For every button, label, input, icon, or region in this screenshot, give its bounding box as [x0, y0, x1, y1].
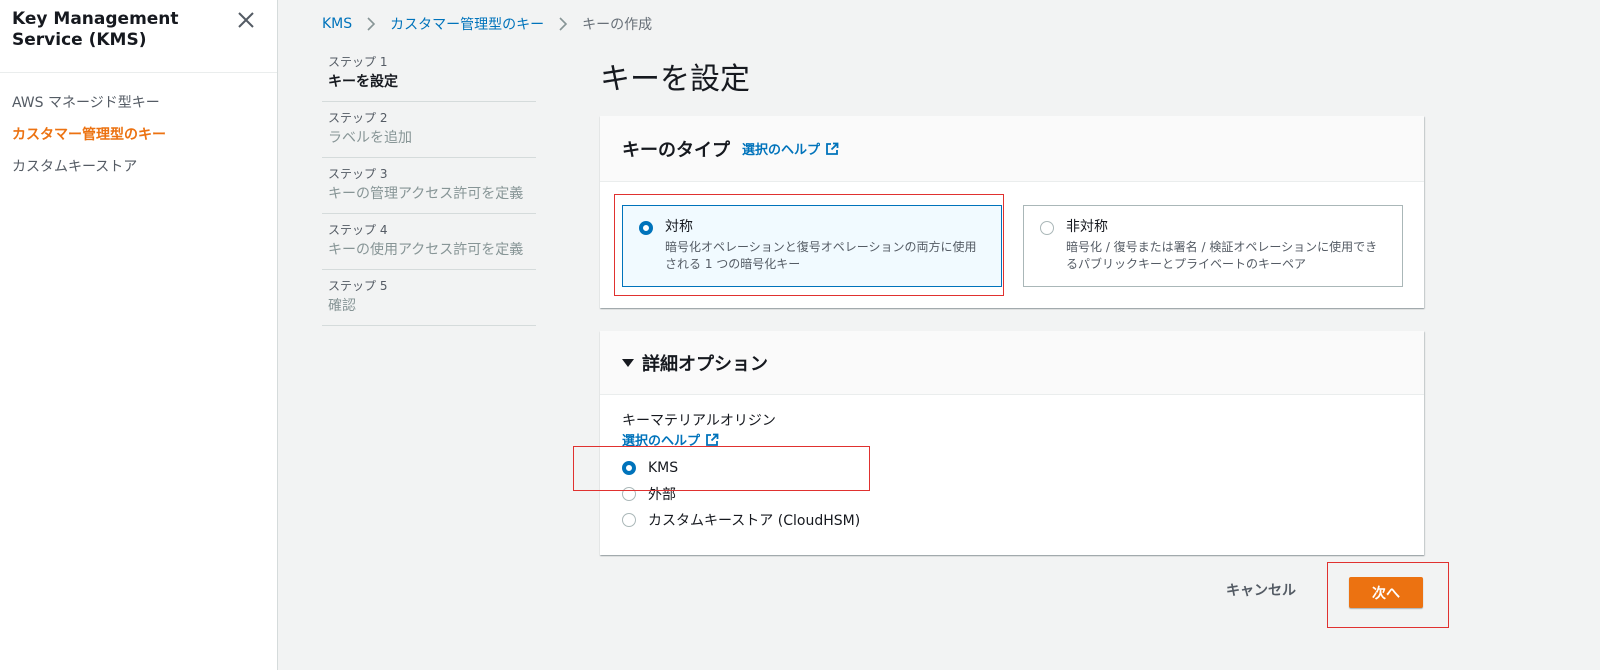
wizard-step-3: ステップ 3 キーの管理アクセス許可を定義 [322, 158, 536, 214]
origin-option-custom-key-store[interactable]: カスタムキーストア (CloudHSM) [622, 510, 860, 530]
sidebar-title: Key Management Service (KMS) [12, 9, 179, 50]
wizard-step-4: ステップ 4 キーの使用アクセス許可を定義 [322, 214, 536, 270]
tile-description: 暗号化オペレーションと復号オペレーションの両方に使用される 1 つの暗号化キー [665, 240, 977, 271]
breadcrumb: KMS カスタマー管理型のキー キーの作成 [322, 14, 652, 34]
breadcrumb-link-kms[interactable]: KMS [322, 16, 352, 32]
origin-help-link[interactable]: 選択のヘルプ [622, 430, 719, 449]
help-link-label: 選択のヘルプ [742, 143, 821, 158]
sidebar-item-custom-key-stores[interactable]: カスタムキーストア [12, 151, 166, 183]
advanced-options-heading[interactable]: 詳細オプション [642, 350, 768, 376]
external-link-icon [706, 433, 719, 446]
option-label: 外部 [648, 487, 676, 503]
help-link-label: 選択のヘルプ [622, 434, 701, 449]
cancel-button[interactable]: キャンセル [1226, 580, 1296, 600]
external-link-icon [826, 142, 839, 155]
chevron-right-icon [559, 17, 568, 31]
step-number: ステップ 4 [328, 223, 388, 237]
side-navigation: Key Management Service (KMS) AWS マネージド型キ… [0, 0, 278, 670]
tile-title: 非対称 [1066, 219, 1108, 235]
tile-description: 暗号化 / 復号または署名 / 検証オペレーションに使用できるパブリックキーとプ… [1066, 240, 1378, 271]
tile-title: 対称 [665, 219, 693, 235]
step-number: ステップ 1 [328, 55, 388, 69]
radio-unselected-icon[interactable] [1040, 221, 1054, 235]
sidebar-item-customer-managed-keys[interactable]: カスタマー管理型のキー [12, 119, 166, 151]
step-label: キーの管理アクセス許可を定義 [328, 186, 524, 202]
step-number: ステップ 3 [328, 167, 388, 181]
sidebar-header: Key Management Service (KMS) [0, 0, 277, 73]
sidebar-item-aws-managed-keys[interactable]: AWS マネージド型キー [12, 87, 166, 119]
advanced-options-panel: 詳細オプション キーマテリアルオリジン 選択のヘルプ KMS 外部 カスタムキー… [600, 331, 1424, 555]
wizard-step-2: ステップ 2 ラベルを追加 [322, 102, 536, 158]
step-label: ラベルを追加 [328, 130, 412, 146]
breadcrumb-current: キーの作成 [582, 17, 653, 33]
origin-option-kms[interactable]: KMS [622, 458, 678, 478]
wizard-steps: ステップ 1 キーを設定 ステップ 2 ラベルを追加 ステップ 3 キーの管理ア… [322, 46, 536, 326]
caret-down-icon[interactable] [622, 358, 634, 367]
page-title: キーを設定 [600, 62, 750, 97]
next-button[interactable]: 次へ [1349, 577, 1423, 608]
radio-unselected-icon[interactable] [622, 487, 636, 501]
key-type-symmetric-tile[interactable]: 対称 暗号化オペレーションと復号オペレーションの両方に使用される 1 つの暗号化… [622, 205, 1002, 287]
radio-selected-icon[interactable] [622, 461, 636, 475]
chevron-right-icon [367, 17, 376, 31]
key-type-asymmetric-tile[interactable]: 非対称 暗号化 / 復号または署名 / 検証オペレーションに使用できるパブリック… [1023, 205, 1403, 287]
sidebar-nav: AWS マネージド型キー カスタマー管理型のキー カスタムキーストア [12, 87, 166, 183]
key-material-origin-label: キーマテリアルオリジン [622, 413, 776, 429]
option-label: カスタムキーストア (CloudHSM) [648, 513, 861, 529]
advanced-options-header[interactable]: 詳細オプション [600, 331, 1424, 395]
wizard-step-1: ステップ 1 キーを設定 [322, 46, 536, 102]
radio-unselected-icon[interactable] [622, 513, 636, 527]
close-icon[interactable] [236, 10, 256, 30]
key-type-panel: キーのタイプ 選択のヘルプ 対称 暗号化オペレーションと復号オペレーションの両方… [600, 116, 1424, 308]
step-label: 確認 [328, 298, 356, 314]
option-label: KMS [648, 460, 679, 476]
step-number: ステップ 2 [328, 111, 388, 125]
radio-selected-icon[interactable] [639, 221, 653, 235]
key-type-heading: キーのタイプ [622, 139, 730, 161]
breadcrumb-link-customer-managed-keys[interactable]: カスタマー管理型のキー [390, 14, 544, 34]
key-type-header: キーのタイプ 選択のヘルプ [600, 116, 1424, 182]
key-type-help-link[interactable]: 選択のヘルプ [742, 139, 839, 158]
step-number: ステップ 5 [328, 279, 388, 293]
step-label: キーを設定 [328, 74, 398, 90]
origin-option-external[interactable]: 外部 [622, 484, 676, 504]
step-label: キーの使用アクセス許可を定義 [328, 242, 524, 258]
wizard-step-5: ステップ 5 確認 [322, 270, 536, 326]
